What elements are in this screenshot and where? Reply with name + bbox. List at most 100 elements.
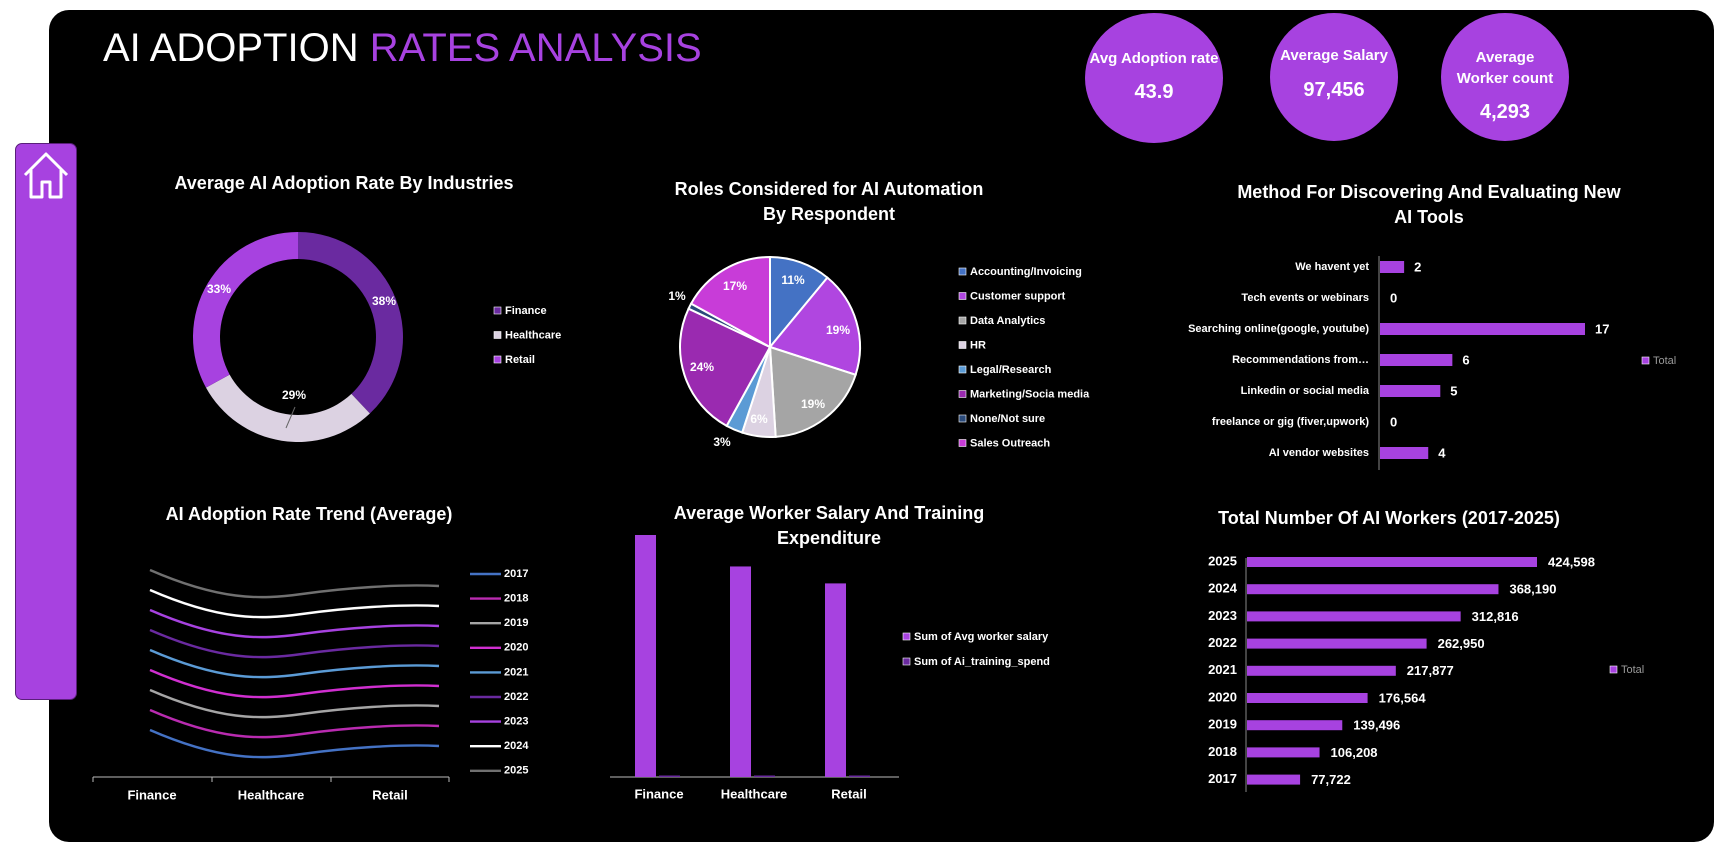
workers-bar (1247, 720, 1343, 731)
pie-data-label: 17% (723, 279, 747, 293)
methods-category-label: We havent yet (1295, 261, 1369, 273)
trend-series-line (149, 568, 440, 599)
workers-bar (1247, 557, 1537, 567)
workers-data-label: 424,598 (1548, 554, 1595, 569)
salary-bar (730, 566, 751, 777)
workers-data-label: 176,564 (1379, 690, 1427, 705)
methods-legend-item-swatch (1641, 356, 1650, 365)
donut-legend-item-swatch (493, 331, 502, 339)
home-icon (23, 152, 69, 199)
donut-legend-item-label: Finance (505, 305, 547, 317)
pie-legend-item-label: None/Not sure (970, 413, 1045, 425)
workers-bar (1247, 693, 1368, 703)
workers-data-label: 368,190 (1509, 582, 1556, 597)
pie-legend-item-swatch (958, 390, 967, 398)
methods-bar (1380, 354, 1453, 366)
methods-category-label: Recommendations from… (1232, 354, 1369, 366)
trend-legend-label: 2023 (504, 716, 528, 728)
pie-legend-item-swatch (958, 341, 967, 349)
workers-bar (1247, 774, 1301, 785)
pie-data-label: 11% (781, 273, 805, 287)
methods-data-label: 0 (1390, 414, 1397, 429)
sidebar (15, 143, 77, 700)
trend-legend-label: 2021 (504, 666, 528, 678)
trend-category-label: Finance (127, 787, 176, 802)
pie-legend-item-label: Accounting/Invoicing (970, 266, 1082, 278)
donut-legend-item-swatch (493, 355, 502, 364)
methods-category-label: AI vendor websites (1269, 447, 1369, 459)
salary-category-label: Finance (634, 786, 683, 801)
pie-legend-item-swatch (958, 439, 967, 447)
pie-legend-item-label: Marketing/Socia media (970, 388, 1090, 400)
methods-data-label: 2 (1414, 259, 1421, 274)
workers-category-label: 2025 (1208, 553, 1237, 568)
trend-category-label: Healthcare (238, 787, 304, 802)
methods-category-label: freelance or gig (fiver,upwork) (1212, 416, 1369, 428)
home-button[interactable] (22, 149, 70, 201)
salary-category-label: Healthcare (721, 786, 787, 801)
methods-bar (1380, 385, 1441, 397)
pie-legend-item-label: Sales Outreach (970, 437, 1050, 449)
salary-legend-item-label: Sum of Avg worker salary (914, 631, 1049, 643)
donut-data-label: 38% (372, 294, 396, 308)
donut-legend-item-label: Retail (505, 354, 535, 366)
methods-category-label: Tech events or webinars (1241, 292, 1369, 304)
workers-bar (1247, 611, 1461, 622)
salary-legend-item-swatch (902, 657, 911, 666)
charts-canvas: 38% 29% 33% Finance Healthcare Retail 11% 19% 19… (92, 232, 1676, 802)
donut-legend-item-label: Healthcare (505, 329, 561, 341)
pie-data-label: 19% (801, 397, 825, 411)
salary-bar (825, 583, 846, 777)
pie-data-label: 19% (826, 323, 850, 337)
donut-legend-item-swatch (493, 306, 502, 315)
workers-legend-item-swatch (1609, 665, 1618, 674)
workers-data-label: 312,816 (1472, 609, 1519, 624)
workers-legend-item-label: Total (1621, 664, 1644, 676)
salary-legend-item-swatch (902, 632, 911, 641)
salary-category-label: Retail (831, 786, 866, 801)
methods-data-label: 4 (1438, 445, 1446, 460)
salary-bar (635, 535, 656, 777)
trend-legend-label: 2018 (504, 593, 528, 605)
workers-category-label: 2024 (1208, 581, 1238, 596)
workers-bar (1247, 665, 1396, 676)
pie-legend-item-swatch (958, 267, 967, 276)
methods-category-label: Linkedin or social media (1241, 385, 1370, 397)
trend-category-label: Retail (372, 787, 407, 802)
methods-bar (1380, 261, 1405, 273)
workers-data-label: 106,208 (1331, 745, 1378, 760)
trend-legend-label: 2025 (504, 765, 528, 777)
workers-data-label: 139,496 (1353, 718, 1400, 733)
trend-legend-label: 2020 (504, 642, 528, 654)
workers-bar (1247, 584, 1499, 595)
workers-category-label: 2017 (1208, 771, 1237, 786)
pie-legend-item-label: Data Analytics (970, 315, 1045, 327)
methods-bar (1380, 447, 1429, 459)
methods-data-label: 5 (1450, 383, 1457, 398)
salary-legend-item-label: Sum of Ai_training_spend (914, 656, 1050, 668)
pie-legend-item-label: HR (970, 339, 986, 351)
donut-slice (298, 232, 404, 414)
methods-data-label: 17 (1595, 321, 1609, 336)
methods-data-label: 6 (1462, 352, 1469, 367)
pie-data-label: 6% (750, 412, 768, 426)
workers-bar (1247, 747, 1320, 758)
methods-legend-item-label: Total (1653, 355, 1676, 367)
trend-legend-label: 2017 (504, 568, 528, 580)
pie-data-label: 1% (668, 289, 686, 303)
pie-legend-item-swatch (958, 414, 967, 423)
donut-slice (192, 232, 298, 388)
donut-data-label: 33% (207, 282, 231, 296)
pie-data-label: 3% (713, 435, 731, 449)
pie-legend-item-swatch (958, 292, 967, 300)
workers-bar (1247, 638, 1427, 649)
salary-bar (849, 775, 870, 777)
workers-category-label: 2019 (1208, 717, 1237, 732)
workers-data-label: 77,722 (1311, 772, 1351, 787)
salary-bar (659, 775, 680, 777)
dashboard-panel: AI ADOPTION RATES ANALYSIS Avg Adoption … (49, 10, 1714, 842)
methods-bar (1380, 323, 1585, 335)
salary-bar (754, 775, 775, 777)
donut-slice (205, 374, 370, 442)
workers-category-label: 2022 (1208, 635, 1237, 650)
